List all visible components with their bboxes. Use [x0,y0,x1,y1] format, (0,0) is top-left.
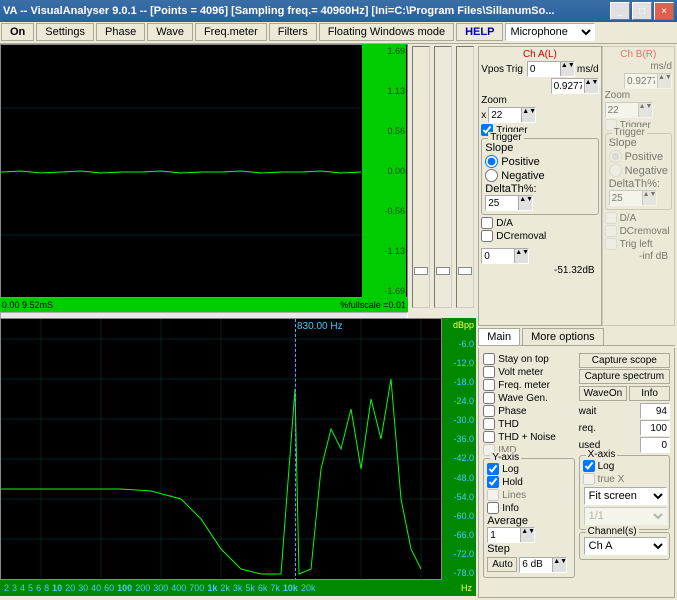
info-button[interactable]: Info [629,386,670,401]
thdn-checkbox[interactable] [483,431,495,443]
y-log-checkbox[interactable] [487,463,499,475]
scope-y-scale: 1.691.130.560.00-0.56-1.13-1.69 [362,44,406,298]
phase-button[interactable]: Phase [96,23,145,41]
scale-select: 1/1 [584,507,667,525]
y-axis-group: Y-axis Log Hold Lines Info Average ▲▼ St… [483,458,574,578]
filters-button[interactable]: Filters [269,23,317,41]
capture-spectrum-button[interactable]: Capture spectrum [579,369,670,384]
settings-button[interactable]: Settings [36,23,94,41]
channel-select[interactable]: Ch A [584,537,667,555]
channel-a-panel: Ch A(L) VposTrig▲▼ms/d ▲▼ Zoom x▲▼ Trigg… [478,46,601,326]
help-button[interactable]: HELP [456,23,503,41]
average-spin[interactable]: ▲▼ [487,527,535,543]
close-button[interactable]: × [654,2,674,20]
minimize-button[interactable]: _ [610,2,630,20]
channel-b-panel: Ch B(R) ms/d ▲▼ Zoom ▲▼ Trigger Trigger … [602,46,675,326]
spectrum-x-scale: 23456810203040601002003004007001k2k3k5k6… [0,580,476,596]
spectrum-y-scale: dBpp -6.0-12.0-18.0-24.0-30.0-36.0-42.0-… [442,318,476,580]
val92-spin[interactable]: ▲▼ [551,78,599,94]
spectrum-panel: 830.00 Hz dBpp -6.0-12.0-18.0-24.0-30.0-… [0,318,476,598]
ch-a-header: Ch A(L) [481,49,598,60]
scope-vslider-1[interactable] [412,46,430,308]
step-spin[interactable]: ▲▼ [519,557,567,573]
auto-button[interactable]: Auto [487,557,517,572]
thd-checkbox[interactable] [483,418,495,430]
stay-on-top-checkbox[interactable] [483,353,495,365]
freq-meter-checkbox[interactable] [483,379,495,391]
waveon-button[interactable]: WaveOn [579,386,628,401]
used-input[interactable] [640,437,670,453]
source-select[interactable]: Microphone [505,23,595,41]
freqmeter-button[interactable]: Freq.meter [195,23,267,41]
msd-spin[interactable]: ▲▼ [527,61,575,77]
req-input[interactable] [640,420,670,436]
capture-scope-button[interactable]: Capture scope [579,353,670,368]
floating-windows-button[interactable]: Floating Windows mode [319,23,454,41]
slope-positive-radio[interactable] [485,155,498,168]
y-info-checkbox[interactable] [487,502,499,514]
y-hold-checkbox[interactable] [487,476,499,488]
toolbar: On Settings Phase Wave Freq.meter Filter… [0,22,677,44]
wait-input[interactable] [640,403,670,419]
tab-strip: Main More options [478,328,675,346]
trigger-group: Trigger Slope Positive Negative DeltaTh%… [481,138,598,215]
scope-vslider-3[interactable] [456,46,474,308]
delta-spin[interactable]: ▲▼ [485,195,533,211]
fit-select[interactable]: Fit screen [584,487,667,505]
idx-spin[interactable]: ▲▼ [481,248,529,264]
tab-more-options[interactable]: More options [522,328,604,345]
main-tab-body: Stay on top Volt meter Freq. meter Wave … [478,348,675,598]
dcremoval-checkbox[interactable] [481,230,493,242]
phase-checkbox[interactable] [483,405,495,417]
maximize-button[interactable]: □ [632,2,652,20]
volt-meter-checkbox[interactable] [483,366,495,378]
ch-b-db-readout: -inf dB [605,251,672,262]
x-axis-group: X-axis Log true X Fit screen 1/1 [579,455,670,530]
on-button[interactable]: On [1,23,34,41]
spectrum-cursor-line [295,319,296,581]
scope-canvas[interactable] [0,44,408,298]
ch-a-db-readout: -51.32dB [481,265,598,276]
spectrum-cursor-readout: 830.00 Hz [297,321,343,332]
da-checkbox[interactable] [481,217,493,229]
channels-group: Channel(s) Ch A [579,532,670,560]
scope-vslider-2[interactable] [434,46,452,308]
oscilloscope-panel: 1.691.130.560.00-0.56-1.13-1.69 0.00 9.5… [0,44,476,318]
zoom-spin[interactable]: ▲▼ [488,107,536,123]
x-log-checkbox[interactable] [583,460,595,472]
titlebar: VA -- VisualAnalyser 9.0.1 -- [Points = … [0,0,677,22]
slope-negative-radio[interactable] [485,169,498,182]
scope-x-scale: 0.00 9.52mS%fullscale =0.01 [0,298,408,312]
tab-main[interactable]: Main [478,328,520,345]
window-title: VA -- VisualAnalyser 9.0.1 -- [Points = … [3,5,610,17]
ch-b-header: Ch B(R) [605,49,672,60]
wave-gen-checkbox[interactable] [483,392,495,404]
wave-button[interactable]: Wave [147,23,193,41]
spectrum-canvas[interactable]: 830.00 Hz [0,318,442,580]
